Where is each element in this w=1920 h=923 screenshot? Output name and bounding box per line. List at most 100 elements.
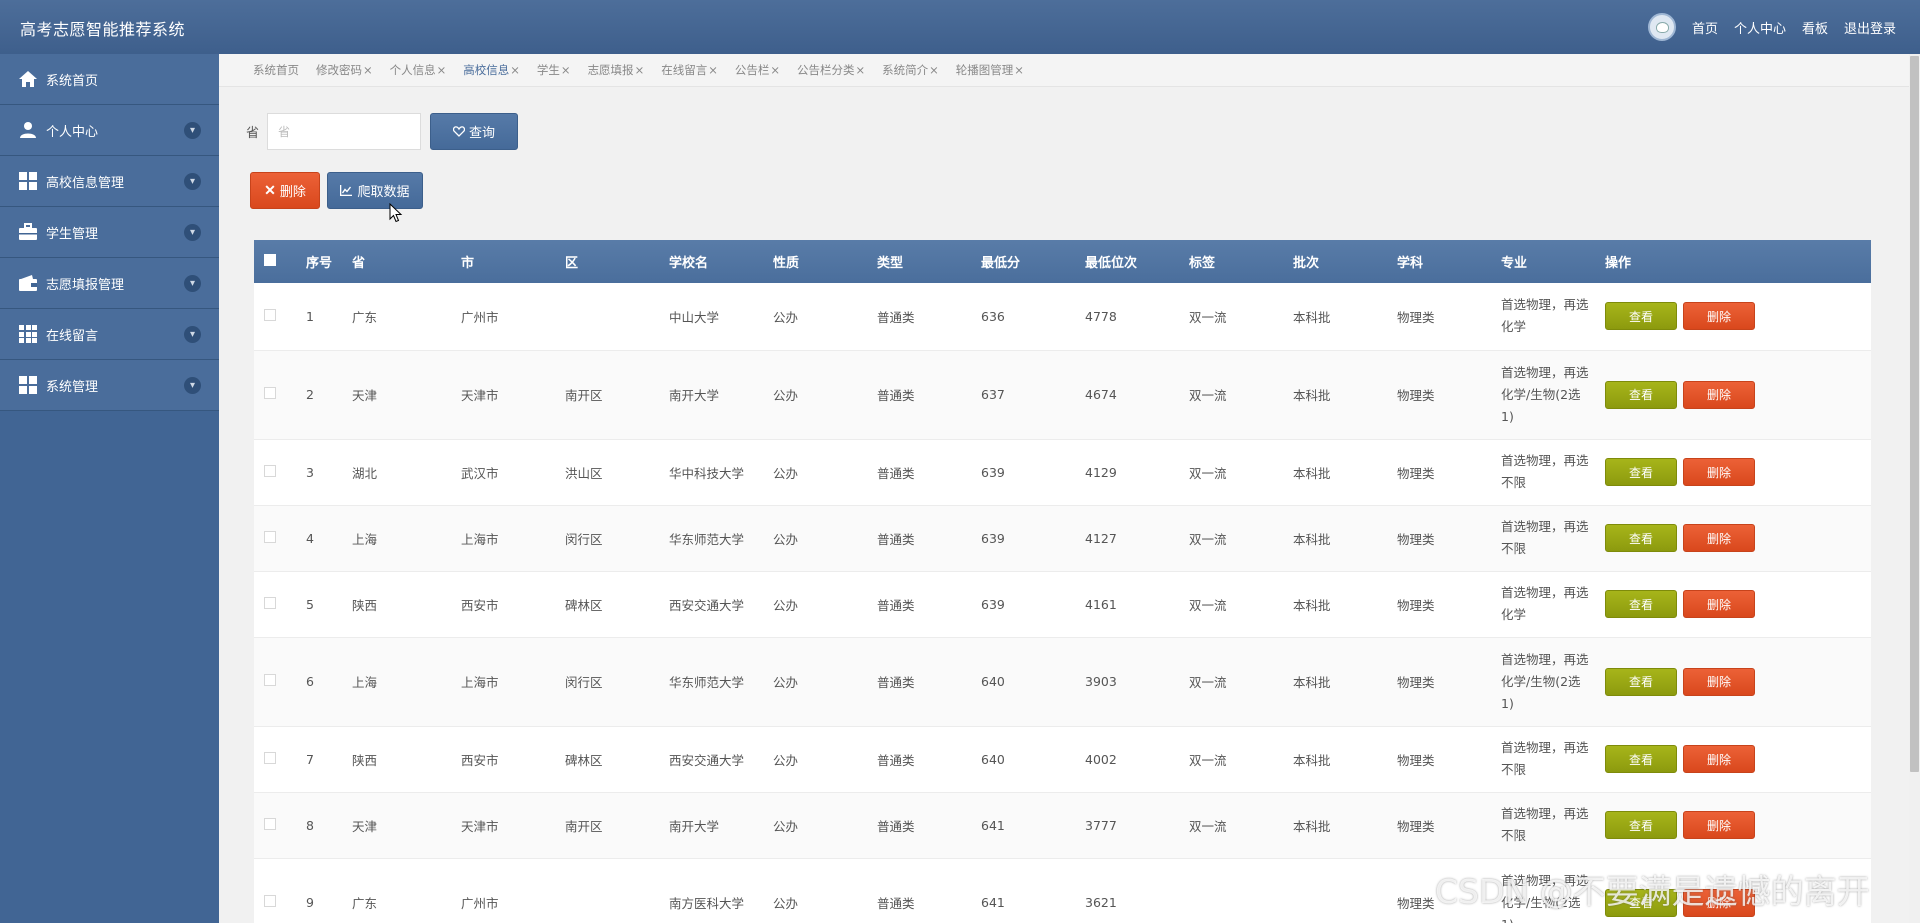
tab-carousel-management[interactable]: 轮播图管理× <box>956 62 1024 78</box>
table-cell: 天津 <box>352 350 461 440</box>
close-icon[interactable]: × <box>929 63 939 77</box>
nav-profile-link[interactable]: 个人中心 <box>1734 18 1786 37</box>
row-checkbox[interactable] <box>264 308 276 321</box>
table-cell: 公办 <box>773 726 877 793</box>
table-cell: 本科批 <box>1293 350 1397 440</box>
tab-university-info[interactable]: 高校信息× <box>463 62 520 78</box>
table-cell: 双一流 <box>1189 505 1293 572</box>
delete-button[interactable]: 删除 <box>1683 667 1755 696</box>
tab-student[interactable]: 学生× <box>537 62 571 78</box>
table-row: 5 陕西 西安市 碑林区 西安交通大学 公办 普通类 639 4161 双一流 本科批 物理类 首选物理… <box>254 571 1871 638</box>
column-header: 专业 <box>1501 256 1528 271</box>
view-button[interactable]: 查看 <box>1605 590 1677 618</box>
sidebar-item-personal-center[interactable]: 个人中心 ▾ <box>0 105 219 156</box>
table-cell: 天津 <box>352 792 461 859</box>
close-icon[interactable]: × <box>437 63 447 77</box>
chevron-down-icon[interactable]: ▾ <box>184 122 201 139</box>
delete-button[interactable]: 删除 <box>1683 745 1755 773</box>
sidebar-item-home[interactable]: 系统首页 <box>0 54 219 105</box>
delete-button[interactable]: 删除 <box>1683 811 1755 839</box>
column-header: 学科 <box>1397 256 1424 271</box>
table-cell: 上海 <box>352 637 461 727</box>
tab-online-message[interactable]: 在线留言× <box>661 62 718 78</box>
table-cell: 普通类 <box>877 439 981 506</box>
view-button[interactable]: 查看 <box>1605 745 1677 773</box>
heart-icon <box>453 126 465 137</box>
table-cell: 南方医科大学 <box>669 858 773 923</box>
row-checkbox[interactable] <box>264 464 276 477</box>
province-search-input[interactable] <box>267 113 422 150</box>
table-cell: 物理类 <box>1397 350 1501 440</box>
nav-home-link[interactable]: 首页 <box>1692 18 1718 37</box>
delete-button[interactable]: 删除 <box>1683 380 1755 409</box>
app-title: 高考志愿智能推荐系统 <box>20 20 186 39</box>
avatar[interactable] <box>1647 13 1676 41</box>
delete-button[interactable]: 删除 <box>1683 458 1755 486</box>
close-icon: ✕ <box>264 182 276 198</box>
tab-notice-category[interactable]: 公告栏分类× <box>797 62 865 78</box>
tab-home[interactable]: 系统首页 <box>253 62 299 78</box>
sidebar-item-label: 志愿填报管理 <box>46 277 125 293</box>
row-checkbox[interactable] <box>264 817 276 830</box>
table-cell: 4 <box>306 505 352 572</box>
delete-button[interactable]: 删除 <box>1683 590 1755 618</box>
table-cell: 首选物理，再选化学 <box>1501 283 1605 351</box>
close-icon[interactable]: × <box>561 63 571 77</box>
sidebar-item-university-management[interactable]: 高校信息管理 ▾ <box>0 156 219 207</box>
home-icon <box>18 69 38 89</box>
view-button[interactable]: 查看 <box>1605 302 1677 331</box>
row-checkbox[interactable] <box>264 530 276 543</box>
close-icon[interactable]: × <box>1014 63 1024 77</box>
table-cell: 广州市 <box>461 283 565 351</box>
table-cell: 公办 <box>773 283 877 351</box>
close-icon[interactable]: × <box>770 63 780 77</box>
select-all-checkbox[interactable] <box>264 253 276 266</box>
view-button[interactable]: 查看 <box>1605 458 1677 486</box>
close-icon[interactable]: × <box>635 63 645 77</box>
chevron-down-icon[interactable]: ▾ <box>184 326 201 343</box>
sidebar-item-online-message[interactable]: 在线留言 ▾ <box>0 309 219 360</box>
table-cell: 双一流 <box>1189 637 1293 727</box>
row-checkbox[interactable] <box>264 674 276 686</box>
tab-application[interactable]: 志愿填报× <box>588 62 645 78</box>
view-button[interactable]: 查看 <box>1605 524 1677 552</box>
chevron-down-icon[interactable]: ▾ <box>184 377 201 394</box>
tab-system-intro[interactable]: 系统简介× <box>882 62 939 78</box>
tab-change-password[interactable]: 修改密码× <box>316 62 373 78</box>
watermark: CSDN @不要满是遗憾的离开 <box>1435 872 1870 911</box>
tab-personal-info[interactable]: 个人信息× <box>390 62 447 78</box>
table-cell: 普通类 <box>877 792 981 859</box>
tab-notice-board[interactable]: 公告栏× <box>735 62 780 78</box>
view-button[interactable]: 查看 <box>1605 667 1677 696</box>
crawl-data-button[interactable]: 爬取数据 <box>327 172 423 209</box>
delete-selected-button[interactable]: ✕ 删除 <box>250 172 320 209</box>
row-checkbox[interactable] <box>264 387 276 399</box>
row-checkbox[interactable] <box>264 751 276 764</box>
scrollbar-thumb[interactable] <box>1910 56 1919 772</box>
nav-dashboard-link[interactable]: 看板 <box>1802 18 1828 37</box>
chevron-down-icon[interactable]: ▾ <box>184 173 201 190</box>
close-icon[interactable]: × <box>855 63 865 77</box>
table-cell: 物理类 <box>1397 505 1501 572</box>
query-button[interactable]: 查询 <box>430 113 519 150</box>
logout-link[interactable]: 退出登录 <box>1844 18 1896 37</box>
close-icon[interactable]: × <box>510 63 520 77</box>
close-icon[interactable]: × <box>708 63 718 77</box>
delete-button[interactable]: 删除 <box>1683 302 1755 331</box>
sidebar-item-student-management[interactable]: 学生管理 ▾ <box>0 207 219 258</box>
row-checkbox[interactable] <box>264 596 276 609</box>
row-checkbox[interactable] <box>264 895 276 907</box>
chevron-down-icon[interactable]: ▾ <box>184 224 201 241</box>
table-cell: 3 <box>306 439 352 506</box>
table-cell: 广东 <box>352 283 461 351</box>
chevron-down-icon[interactable]: ▾ <box>184 275 201 292</box>
view-button[interactable]: 查看 <box>1605 811 1677 839</box>
table-cell: 公办 <box>773 505 877 572</box>
sidebar-item-application-management[interactable]: 志愿填报管理 ▾ <box>0 258 219 309</box>
sidebar-item-system-management[interactable]: 系统管理 ▾ <box>0 360 219 411</box>
table-cell: 公办 <box>773 439 877 506</box>
table-cell: 本科批 <box>1293 637 1397 727</box>
close-icon[interactable]: × <box>363 63 373 77</box>
delete-button[interactable]: 删除 <box>1683 524 1755 552</box>
view-button[interactable]: 查看 <box>1605 380 1677 409</box>
